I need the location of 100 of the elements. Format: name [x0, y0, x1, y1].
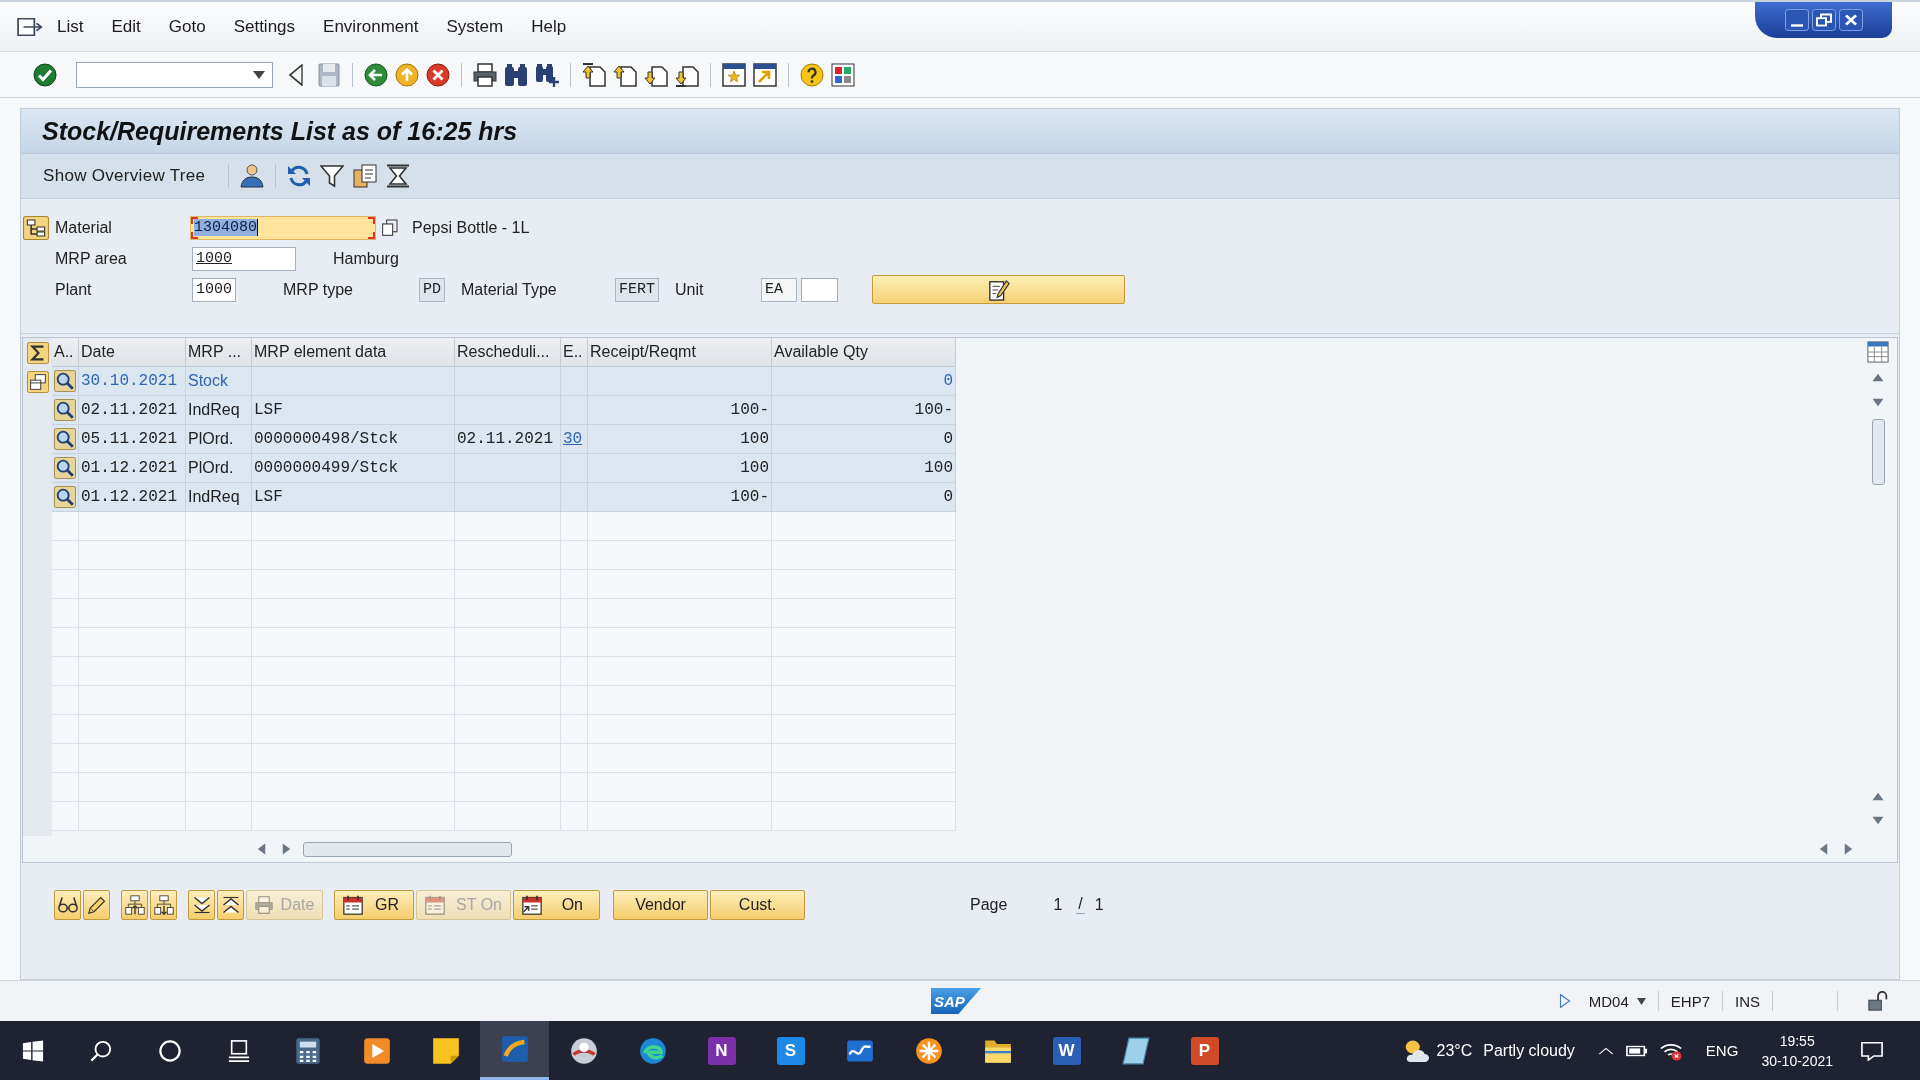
collapse-button[interactable]	[217, 889, 244, 920]
show-overview-tree-button[interactable]: Show Overview Tree	[43, 166, 206, 186]
scroll-thumb[interactable]	[1871, 419, 1885, 485]
taskbar-button[interactable]: S	[756, 1021, 825, 1080]
mrp-element-cell: IndReq	[186, 396, 252, 425]
circle-icon[interactable]	[158, 1039, 181, 1062]
lock-icon[interactable]	[1868, 991, 1888, 1011]
column-header[interactable]: A..	[52, 338, 79, 367]
menu-item[interactable]: Goto	[168, 16, 206, 37]
menu-item[interactable]: System	[446, 16, 504, 37]
input-language[interactable]: ENG	[1705, 1042, 1739, 1059]
back-icon[interactable]	[364, 62, 388, 87]
help-icon[interactable]	[800, 62, 824, 87]
scroll-down-icon[interactable]	[1872, 816, 1884, 825]
cancel-icon[interactable]	[426, 62, 450, 87]
scroll-left-icon[interactable]	[257, 843, 266, 855]
toolbar-button[interactable]: Vendor	[613, 889, 708, 920]
copy-icon[interactable]	[382, 219, 398, 236]
material-field[interactable]: 1304080	[190, 215, 376, 240]
task-view-icon[interactable]	[227, 1039, 250, 1062]
person-icon[interactable]	[240, 164, 265, 188]
menu-item[interactable]: Settings	[233, 16, 296, 37]
display-button[interactable]	[54, 889, 81, 920]
restore-icon[interactable]	[1811, 9, 1836, 31]
clock-date: 30-10-2021	[1761, 1051, 1833, 1071]
hierarchy-up-button[interactable]	[121, 889, 148, 920]
command-field[interactable]	[76, 61, 273, 88]
binoculars-plus-icon[interactable]	[535, 62, 559, 87]
caret-icon[interactable]	[253, 70, 265, 79]
close-icon[interactable]	[1838, 9, 1863, 31]
hierarchy-down-icon	[153, 894, 174, 915]
windows-icon[interactable]	[22, 1039, 44, 1062]
letter-tile: N	[707, 1036, 736, 1065]
column-header[interactable]: Rescheduli...	[455, 338, 561, 367]
documents-icon[interactable]	[353, 164, 378, 188]
scroll-up-icon[interactable]	[1872, 792, 1884, 801]
material-type-field: FERT	[615, 277, 660, 302]
element-data-cell: 0000000498/Stck	[252, 425, 455, 454]
date-cell: 05.11.2021	[79, 425, 186, 454]
caret-icon[interactable]	[1636, 997, 1646, 1005]
mrp-element-cell: Stock	[186, 367, 252, 396]
shortcut-icon[interactable]	[753, 62, 777, 87]
filter-icon[interactable]	[320, 164, 345, 188]
date-cell: 01.12.2021	[79, 483, 186, 512]
toolbar-button[interactable]: On	[513, 889, 600, 920]
check-icon[interactable]	[33, 62, 57, 87]
element-data-cell: 0000000499/Stck	[252, 454, 455, 483]
sigma-icon[interactable]	[26, 341, 49, 364]
scroll-right-icon[interactable]	[282, 843, 291, 855]
exception-link[interactable]: 30	[563, 430, 583, 448]
taskbar-button[interactable]: W	[1032, 1021, 1101, 1080]
mrp-area-field[interactable]: 1000	[192, 246, 296, 271]
menu-item[interactable]: Environment	[323, 16, 419, 37]
scroll-left-icon[interactable]	[1819, 843, 1828, 855]
plant-field[interactable]: 1000	[192, 277, 236, 302]
menu-item[interactable]: Help	[531, 16, 567, 37]
clock-time: 19:55	[1779, 1031, 1815, 1051]
triangle-right-icon[interactable]	[1558, 994, 1571, 1008]
column-header[interactable]: MRP element data	[252, 338, 455, 367]
taskbar-button[interactable]: P	[1170, 1021, 1239, 1080]
scroll-up-icon[interactable]	[1872, 373, 1884, 382]
tree-icon[interactable]	[23, 215, 49, 240]
toolbar-button[interactable]: Cust.	[710, 889, 805, 920]
search-icon[interactable]	[89, 1039, 112, 1062]
field-label: MRP area	[55, 249, 128, 268]
scroll-down-icon[interactable]	[1872, 398, 1884, 407]
scroll-right-icon[interactable]	[1844, 843, 1853, 855]
hourglass-icon[interactable]	[386, 164, 411, 188]
menu-item[interactable]: List	[57, 16, 84, 37]
refresh-icon[interactable]	[287, 164, 312, 188]
column-header[interactable]: Receipt/Reqmt	[588, 338, 772, 367]
column-header[interactable]: Available Qty	[772, 338, 956, 367]
column-header[interactable]: Date	[79, 338, 186, 367]
menu-icon[interactable]	[17, 15, 43, 38]
unit-text-field[interactable]	[801, 277, 839, 302]
new-window-icon[interactable]	[722, 62, 746, 87]
scroll-thumb[interactable]	[303, 841, 512, 857]
receipt-cell: 100	[588, 425, 772, 454]
first-page-icon[interactable]	[582, 62, 606, 87]
transaction-code: MD04	[1588, 992, 1629, 1010]
minimize-icon[interactable]	[1784, 9, 1809, 31]
expand-button[interactable]	[188, 889, 215, 920]
stacked-windows-icon[interactable]	[26, 370, 49, 393]
print-icon[interactable]	[473, 62, 497, 87]
column-settings-icon[interactable]	[1867, 341, 1889, 363]
toolbar-button[interactable]: GR	[334, 889, 414, 920]
hierarchy-down-button[interactable]	[150, 889, 177, 920]
column-header[interactable]: E..	[561, 338, 588, 367]
field-label: Plant	[55, 280, 93, 299]
edit-button[interactable]	[872, 275, 1126, 304]
hierarchy-up-icon	[124, 894, 145, 915]
taskbar-button[interactable]: N	[687, 1021, 756, 1080]
notification-icon[interactable]	[1861, 1040, 1883, 1061]
column-header[interactable]: MRP ...	[186, 338, 252, 367]
layout-icon[interactable]	[831, 62, 855, 87]
change-button[interactable]	[83, 889, 110, 920]
available-qty-cell: 0	[772, 367, 956, 396]
triangle-left-icon[interactable]	[288, 63, 304, 86]
binoculars-icon[interactable]	[504, 62, 528, 87]
menu-item[interactable]: Edit	[111, 16, 141, 37]
